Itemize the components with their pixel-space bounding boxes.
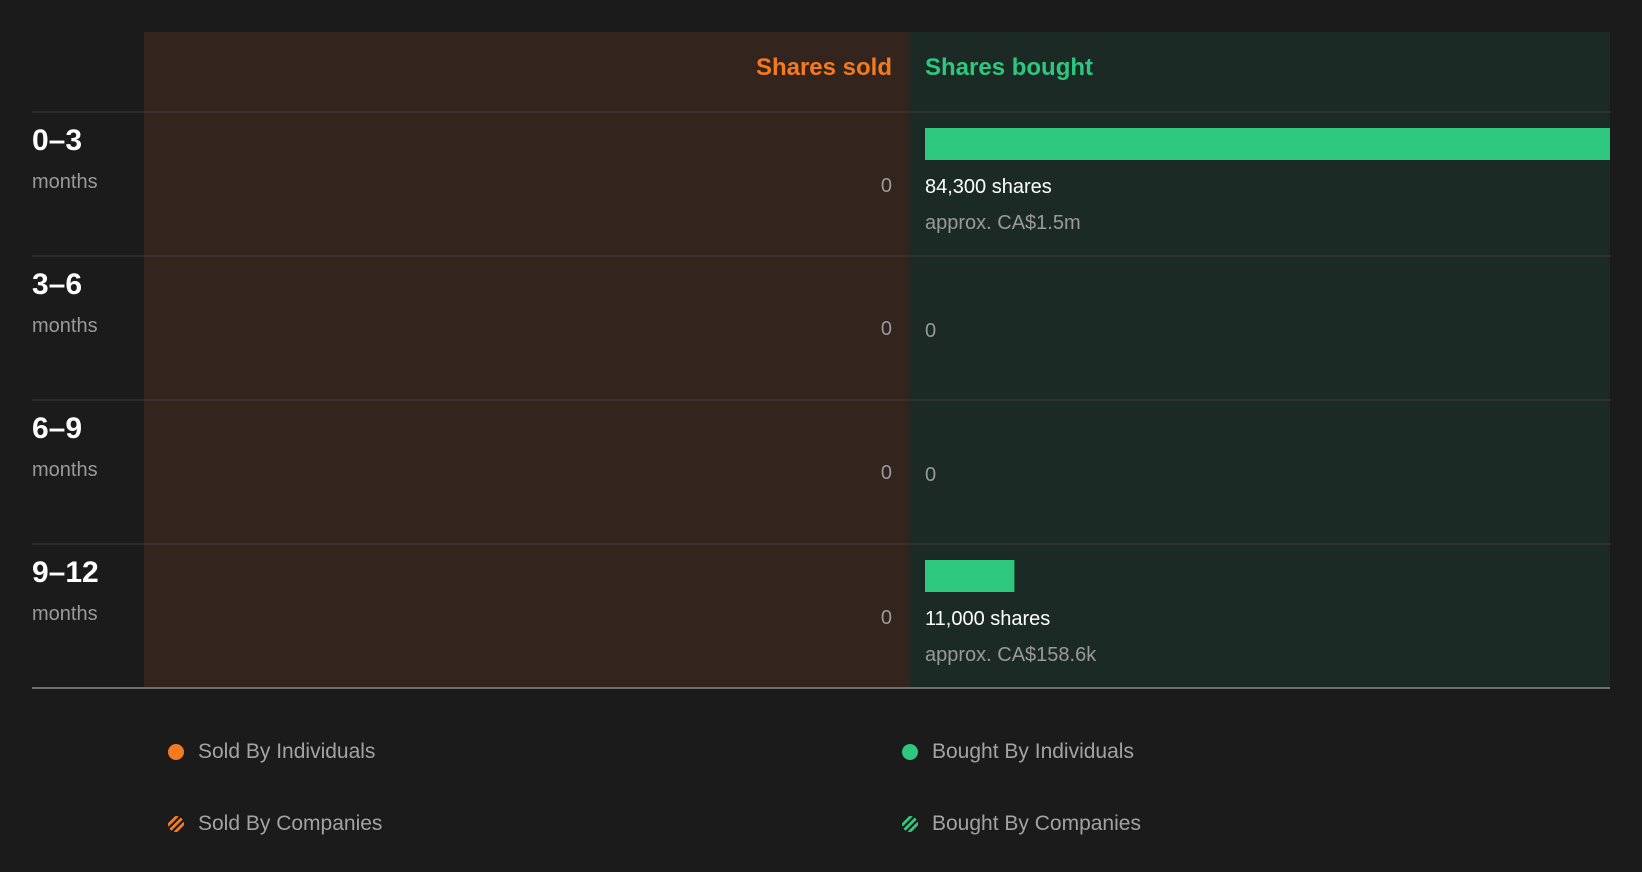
period-label: 3–6 months — [32, 268, 98, 338]
period-unit: months — [32, 171, 98, 193]
period-range: 9–12 — [32, 556, 99, 589]
shares-bought-value: 0 — [925, 319, 936, 343]
period-label: 9–12 months — [32, 556, 99, 626]
legend-item: Sold By Individuals — [168, 740, 375, 764]
shares-bought-count: 11,000 shares — [925, 608, 1051, 630]
shares-sold-value: 0 — [880, 607, 892, 629]
period-range: 6–9 — [32, 412, 83, 445]
striped-swatch-icon — [902, 816, 918, 832]
shares-bought-count: 0 — [925, 464, 937, 486]
bought-bar — [925, 128, 1610, 160]
period-range: 0–3 — [32, 124, 83, 157]
period-range: 3–6 — [32, 268, 83, 301]
shares-bought-count: 0 — [925, 320, 937, 342]
period-unit: months — [32, 603, 98, 625]
solid-dot-icon — [902, 744, 918, 760]
legend-item: Bought By Companies — [902, 812, 1141, 836]
solid-dot-icon — [168, 744, 184, 760]
shares-bought-value: 84,300 shares approx. CA$1.5m — [925, 175, 1081, 235]
striped-swatch-icon — [168, 816, 184, 832]
legend-item: Sold By Companies — [168, 812, 382, 836]
period-label: 0–3 months — [32, 124, 98, 194]
legend-label: Sold By Individuals — [198, 740, 376, 763]
shares-bought-approx-value: approx. CA$158.6k — [925, 644, 1097, 666]
legend-item: Bought By Individuals — [902, 740, 1134, 764]
shares-bought-count: 84,300 shares — [925, 176, 1052, 198]
period-unit: months — [32, 315, 98, 337]
shares-sold-value: 0 — [880, 175, 892, 197]
bought-bar — [925, 560, 1015, 592]
shares-bought-value: 0 — [925, 463, 936, 487]
legend-label: Bought By Individuals — [932, 740, 1134, 763]
shares-bought-header: Shares bought — [925, 54, 1094, 81]
period-unit: months — [32, 459, 98, 481]
sold-column-background — [144, 32, 909, 687]
shares-bought-approx-value: approx. CA$1.5m — [925, 212, 1081, 234]
legend-label: Bought By Companies — [932, 812, 1141, 835]
shares-sold-value: 0 — [880, 318, 892, 340]
shares-sold-value: 0 — [880, 462, 892, 484]
period-label: 6–9 months — [32, 412, 98, 482]
shares-bought-value: 11,000 shares approx. CA$158.6k — [925, 607, 1096, 667]
legend-label: Sold By Companies — [198, 812, 383, 835]
shares-sold-header: Shares sold — [755, 54, 892, 81]
